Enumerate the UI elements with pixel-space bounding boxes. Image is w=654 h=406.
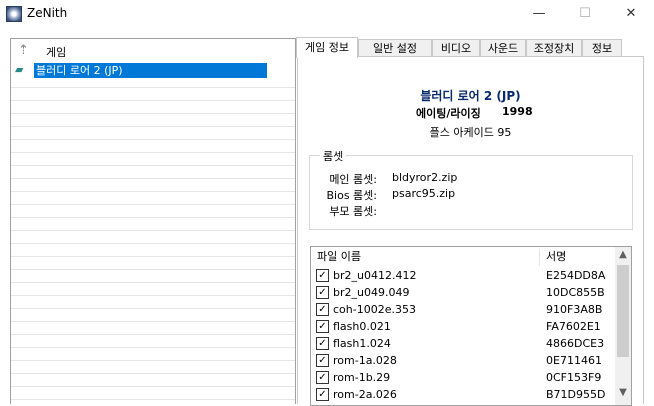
app-icon bbox=[6, 6, 22, 22]
file-checkbox[interactable]: ✓ bbox=[316, 371, 329, 384]
file-signature: FA7602E1 bbox=[546, 320, 601, 333]
file-signature: 4866DCE3 bbox=[546, 337, 605, 350]
bios-romset-label: Bios 롬셋: bbox=[326, 189, 377, 202]
file-name: rom-1b.29 bbox=[333, 371, 391, 384]
file-signature: 0E711461 bbox=[546, 354, 602, 367]
bios-romset-value: psarc95.zip bbox=[392, 187, 456, 200]
file-checkbox[interactable]: ✓ bbox=[316, 388, 329, 401]
minimize-button[interactable]: — bbox=[516, 0, 562, 28]
file-name: rom-2a.026 bbox=[333, 388, 397, 401]
file-row[interactable]: ✓ rom-2a.026 B71D955D bbox=[311, 386, 617, 403]
close-button[interactable]: ✕ bbox=[608, 0, 654, 28]
file-row[interactable]: ✓ flash1.024 4866DCE3 bbox=[311, 335, 617, 352]
file-name: rom-1a.028 bbox=[333, 354, 397, 367]
column-header-signature[interactable]: 서명 bbox=[546, 247, 566, 267]
scroll-thumb[interactable] bbox=[617, 265, 629, 357]
scroll-down-arrow-icon[interactable]: ▼ bbox=[615, 387, 631, 401]
file-signature: B71D955D bbox=[546, 388, 606, 401]
tab-sound[interactable]: 사운드 bbox=[480, 39, 526, 57]
file-name: flash0.021 bbox=[333, 320, 391, 333]
romset-legend: 롬셋 bbox=[320, 148, 347, 164]
tree-grid bbox=[11, 75, 295, 404]
file-row[interactable]: ✓ br2_u049.049 10DC855B bbox=[311, 284, 617, 301]
file-checkbox[interactable]: ✓ bbox=[316, 354, 329, 367]
tab-about[interactable]: 정보 bbox=[582, 39, 622, 57]
tree-item-label: 블러디 로어 2 (JP) bbox=[34, 63, 267, 78]
file-checkbox[interactable]: ✓ bbox=[316, 337, 329, 350]
file-signature: 10DC855B bbox=[546, 286, 605, 299]
sort-ascending-icon: ⇡ bbox=[18, 43, 29, 58]
tab-controls[interactable]: 조정장치 bbox=[526, 39, 582, 57]
file-name: br2_u049.049 bbox=[333, 286, 410, 299]
file-checkbox[interactable]: ✓ bbox=[316, 286, 329, 299]
game-title: 블러디 로어 2 (JP) bbox=[420, 89, 521, 103]
file-checkbox[interactable]: ✓ bbox=[316, 269, 329, 282]
tab-game-info[interactable]: 게임 정보 bbox=[296, 37, 358, 58]
column-header-filename[interactable]: 파일 이름 bbox=[317, 247, 361, 267]
file-signature: E254DD8A bbox=[546, 269, 606, 282]
file-signature: 0CF153F9 bbox=[546, 371, 602, 384]
game-company: 에이팅/라이징 bbox=[416, 107, 481, 120]
tree-item-game[interactable]: ▰ 블러디 로어 2 (JP) bbox=[15, 63, 267, 78]
file-checkbox[interactable]: ✓ bbox=[316, 303, 329, 316]
parent-romset-label: 부모 롬셋: bbox=[329, 205, 377, 218]
maximize-button[interactable]: ☐ bbox=[562, 0, 608, 28]
scroll-up-arrow-icon[interactable]: ▲ bbox=[615, 249, 631, 263]
game-system: 플스 아케이드 95 bbox=[429, 126, 512, 139]
romset-group: 롬셋 메인 롬셋: bldyror2.zip Bios 롬셋: psarc95.… bbox=[309, 148, 633, 230]
file-name: br2_u0412.412 bbox=[333, 269, 417, 282]
file-row[interactable]: ✓ flash0.021 FA7602E1 bbox=[311, 318, 617, 335]
file-signature: 910F3A8B bbox=[546, 303, 603, 316]
file-row[interactable]: ✓ br2_u0412.412 E254DD8A bbox=[311, 267, 617, 284]
tab-video[interactable]: 비디오 bbox=[432, 39, 480, 57]
file-name: flash1.024 bbox=[333, 337, 391, 350]
game-info-panel: 블러디 로어 2 (JP) 에이팅/라이징 1998 플스 아케이드 95 롬셋… bbox=[297, 56, 644, 406]
rom-file-list[interactable]: 파일 이름 서명 ✓ br2_u0412.412 E254DD8A ✓ br2_… bbox=[310, 246, 632, 406]
main-romset-label: 메인 롬셋: bbox=[329, 173, 377, 186]
game-tree[interactable]: ⇡ 게임 ▰ 블러디 로어 2 (JP) bbox=[10, 38, 296, 404]
window-title: ZeNith bbox=[27, 6, 68, 20]
file-list-scrollbar[interactable]: ▲ ▼ bbox=[615, 247, 631, 405]
file-name: coh-1002e.353 bbox=[333, 303, 416, 316]
tree-header-label: 게임 bbox=[46, 46, 67, 59]
file-row[interactable]: ✓ rom-1b.29 0CF153F9 bbox=[311, 369, 617, 386]
column-separator[interactable] bbox=[539, 249, 540, 266]
tab-general-settings[interactable]: 일반 설정 bbox=[358, 39, 432, 57]
file-row[interactable]: ✓ coh-1002e.353 910F3A8B bbox=[311, 301, 617, 318]
game-year: 1998 bbox=[502, 105, 533, 118]
title-bar: ZeNith — ☐ ✕ bbox=[0, 0, 654, 28]
game-cartridge-icon: ▰ bbox=[15, 63, 24, 76]
file-row[interactable]: ✓ rom-1a.028 0E711461 bbox=[311, 352, 617, 369]
main-romset-value: bldyror2.zip bbox=[392, 171, 458, 184]
file-checkbox[interactable]: ✓ bbox=[316, 320, 329, 333]
